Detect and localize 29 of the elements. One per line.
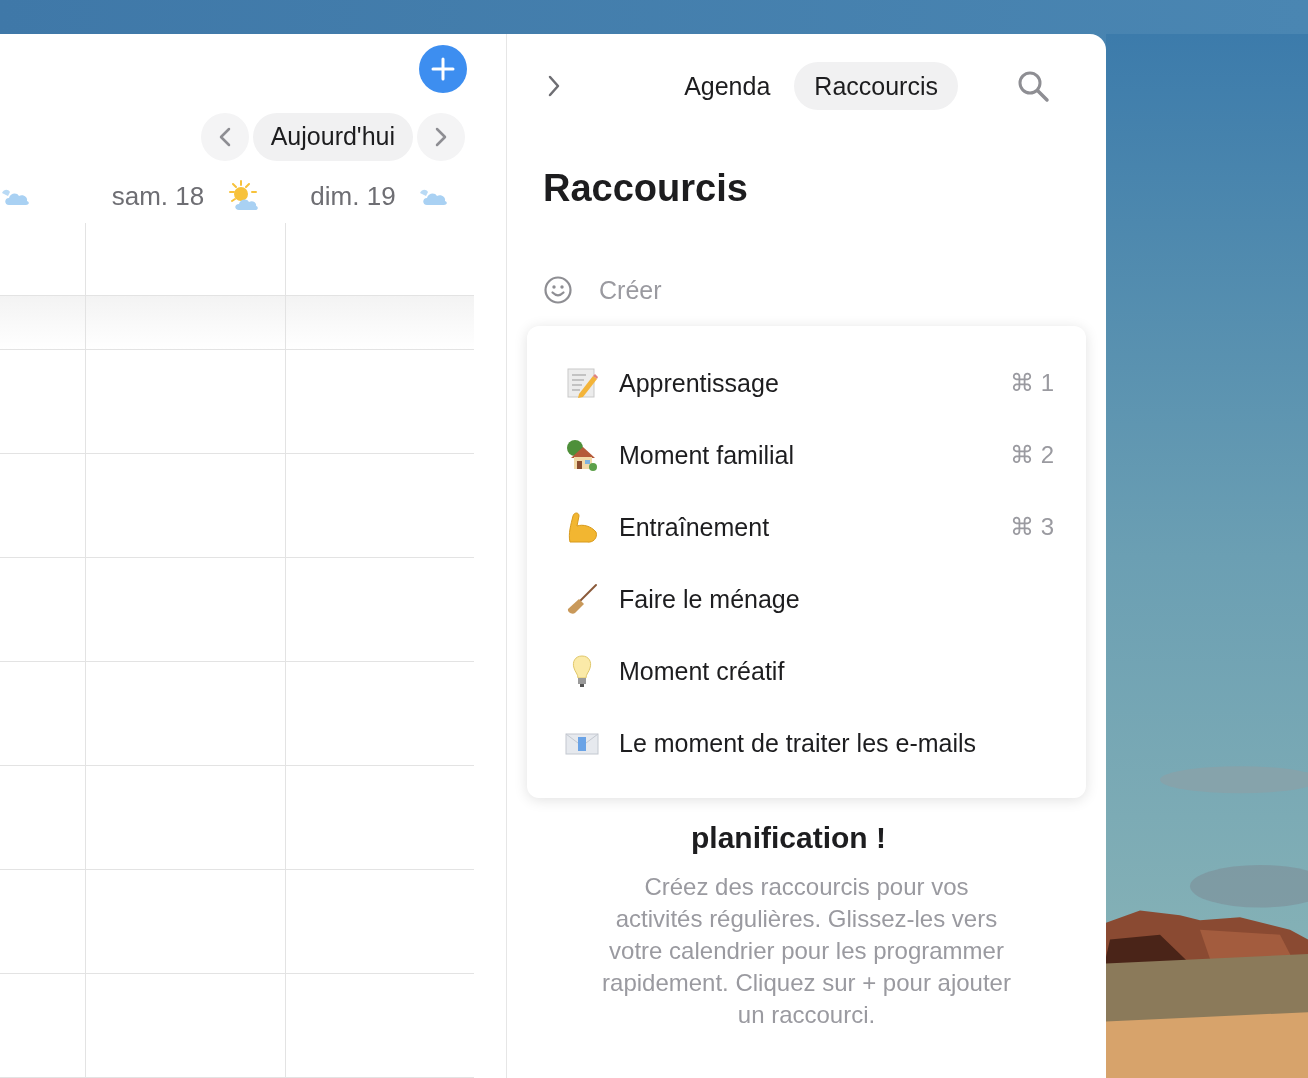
day-label: sam. 18 (111, 180, 205, 212)
search-icon (1016, 69, 1050, 103)
day-label: dim. 19 (310, 180, 396, 212)
tab[interactable]: Raccourcis (794, 62, 958, 110)
add-button[interactable] (419, 45, 467, 94)
empty-state-heading: planification ! (690, 820, 887, 856)
tab[interactable]: Agenda (664, 62, 791, 110)
shortcut-item[interactable]: Le moment de traiter les e-mails (565, 707, 1054, 779)
house-tree-icon (565, 438, 599, 472)
chevron-right-icon (547, 74, 561, 98)
plus-icon (430, 56, 456, 83)
keyboard-shortcut: ⌘ 2 (1010, 441, 1054, 469)
panel-title: Raccourcis (543, 166, 749, 210)
today-button[interactable]: Aujourd'hui (252, 112, 413, 161)
shortcut-item[interactable]: Apprentissage ⌘ 1 (565, 347, 1054, 419)
search-button[interactable] (1016, 69, 1050, 103)
broom-icon (565, 582, 599, 616)
chevron-right-icon (435, 126, 447, 147)
smiley-icon (543, 275, 573, 305)
shortcut-item[interactable]: Entraînement ⌘ 3 (565, 491, 1054, 563)
empty-state-text: Créez des raccourcis pour vos activités régulières. Glissez-les vers votre calendrier pour les programmer rapidement. Cliquez sur + pour ajouter un raccourci. (601, 872, 1012, 1030)
next-button[interactable] (417, 112, 465, 161)
shortcut-item[interactable]: Moment familial ⌘ 2 (565, 419, 1054, 491)
notepad-pencil-icon (565, 366, 599, 400)
keyboard-shortcut: ⌘ 1 (1010, 369, 1054, 397)
keyboard-shortcut: ⌘ 3 (1010, 513, 1054, 541)
chevron-left-icon (218, 126, 231, 147)
shortcut-item[interactable]: Faire le ménage (565, 563, 1054, 635)
shortcut-item[interactable]: Moment créatif (565, 635, 1054, 707)
